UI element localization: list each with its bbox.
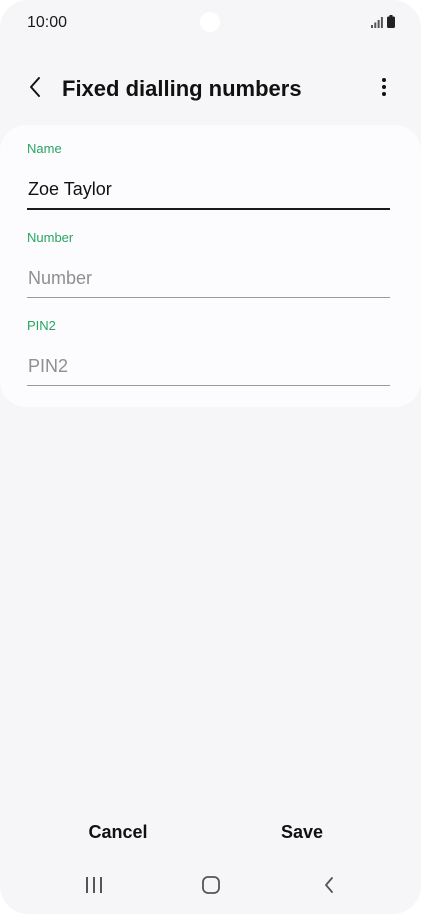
number-underline bbox=[27, 297, 390, 298]
status-icons bbox=[371, 15, 395, 33]
screen: 10:00 Fixed dialling numbers Name Zoe Ta… bbox=[0, 0, 421, 914]
app-bar: Fixed dialling numbers bbox=[0, 60, 421, 118]
status-bar: 10:00 bbox=[0, 0, 421, 44]
signal-icon bbox=[371, 15, 383, 33]
chevron-left-icon bbox=[28, 76, 42, 103]
recent-apps-button[interactable] bbox=[74, 874, 114, 900]
form-card: Name Number PIN2 bbox=[0, 125, 421, 407]
front-camera bbox=[200, 12, 220, 32]
name-input[interactable] bbox=[27, 170, 390, 208]
name-underline bbox=[27, 208, 390, 210]
pin2-underline bbox=[27, 385, 390, 386]
home-button[interactable] bbox=[191, 874, 231, 900]
nav-back-button[interactable] bbox=[309, 874, 349, 900]
more-vertical-icon bbox=[381, 77, 387, 102]
save-button[interactable]: Save bbox=[222, 812, 382, 852]
more-options-button[interactable] bbox=[369, 72, 399, 106]
number-label: Number bbox=[27, 230, 74, 245]
battery-icon bbox=[387, 15, 395, 33]
status-time: 10:00 bbox=[27, 14, 68, 31]
pin2-field: PIN2 bbox=[27, 318, 390, 386]
recent-apps-icon bbox=[85, 876, 103, 898]
page-title: Fixed dialling numbers bbox=[62, 76, 302, 101]
pin2-label: PIN2 bbox=[27, 318, 56, 333]
back-icon bbox=[323, 876, 335, 899]
pin2-input[interactable] bbox=[27, 347, 390, 385]
number-input[interactable] bbox=[27, 259, 390, 297]
cancel-button[interactable]: Cancel bbox=[38, 812, 198, 852]
name-field: Name bbox=[27, 141, 390, 210]
navigation-bar bbox=[0, 866, 421, 906]
back-button[interactable] bbox=[18, 72, 52, 106]
number-field: Number bbox=[27, 230, 390, 298]
name-label: Name bbox=[27, 141, 62, 156]
home-icon bbox=[201, 875, 221, 899]
